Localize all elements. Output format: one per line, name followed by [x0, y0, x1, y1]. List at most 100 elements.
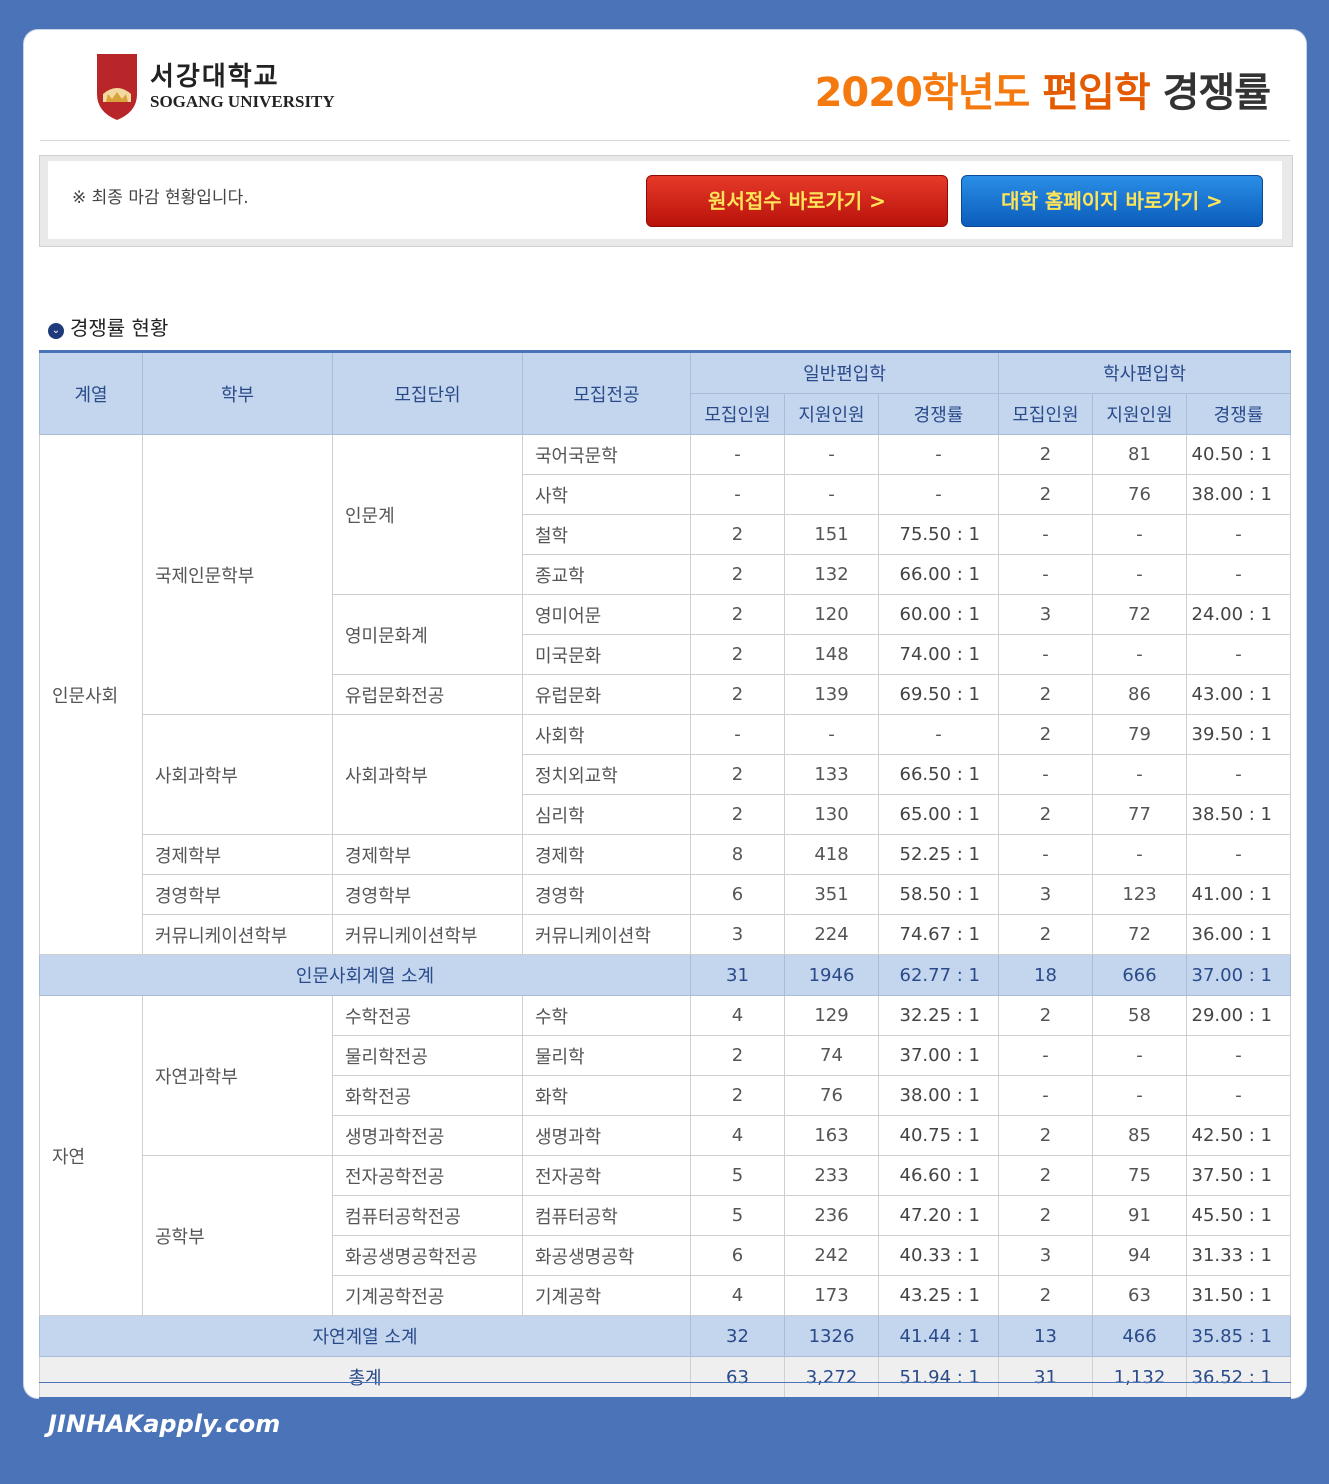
cell-general-quota: 2: [690, 514, 785, 555]
jinhak-brand-logo[interactable]: JINHAKapply.com: [48, 1410, 280, 1438]
cell-bachelor-applicants: -: [1092, 554, 1187, 595]
subtotal-bachelor-applicants: 466: [1092, 1315, 1187, 1357]
cell-field: 자연: [39, 995, 143, 1316]
cell-unit: 생명과학전공: [332, 1115, 523, 1156]
cell-bachelor-rate: 45.50 : 1: [1186, 1195, 1291, 1236]
cell-major: 화학: [522, 1075, 691, 1116]
subtotal-bachelor-quota: 13: [998, 1315, 1093, 1357]
cell-general-applicants: 129: [784, 995, 879, 1036]
total-general-applicants: 3,272: [784, 1356, 879, 1399]
shield-icon: [97, 54, 137, 120]
cell-general-rate: -: [878, 714, 999, 755]
cell-bachelor-quota: 3: [998, 1235, 1093, 1276]
cell-bachelor-quota: -: [998, 754, 1093, 795]
cell-bachelor-quota: -: [998, 554, 1093, 595]
total-general-rate: 51.94 : 1: [878, 1356, 999, 1399]
cell-bachelor-rate: -: [1186, 834, 1291, 875]
cell-general-quota: 2: [690, 554, 785, 595]
cell-major: 물리학: [522, 1035, 691, 1076]
cell-bachelor-rate: -: [1186, 514, 1291, 555]
subtotal-general-rate: 62.77 : 1: [878, 954, 999, 996]
total-row: 총계 63 3,272 51.94 : 1 31 1,132 36.52 : 1: [39, 1356, 1291, 1399]
cell-bachelor-applicants: 77: [1092, 794, 1187, 835]
cell-general-applicants: 224: [784, 914, 879, 955]
page-title: 2020학년도 편입학 경쟁률: [815, 60, 1271, 118]
university-logo[interactable]: 서강대학교 SOGANG UNIVERSITY: [94, 52, 354, 128]
cell-bachelor-applicants: -: [1092, 1035, 1187, 1076]
total-general-quota: 63: [690, 1356, 785, 1399]
cell-general-rate: 69.50 : 1: [878, 674, 999, 715]
cell-bachelor-rate: 36.00 : 1: [1186, 914, 1291, 955]
cell-bachelor-quota: 2: [998, 794, 1093, 835]
cell-bachelor-quota: 2: [998, 674, 1093, 715]
cell-major: 영미어문: [522, 594, 691, 635]
cell-general-quota: 2: [690, 794, 785, 835]
cell-bachelor-rate: 38.50 : 1: [1186, 794, 1291, 835]
cell-general-quota: 2: [690, 674, 785, 715]
cell-major: 수학: [522, 995, 691, 1036]
cell-general-applicants: 236: [784, 1195, 879, 1236]
subtotal-bachelor-quota: 18: [998, 954, 1093, 996]
cell-unit: 인문계: [332, 434, 523, 595]
cell-general-rate: 40.33 : 1: [878, 1235, 999, 1276]
cell-bachelor-rate: -: [1186, 554, 1291, 595]
cell-bachelor-applicants: 91: [1092, 1195, 1187, 1236]
cell-unit: 화학전공: [332, 1075, 523, 1116]
cell-unit: 사회과학부: [332, 714, 523, 835]
cell-general-rate: -: [878, 434, 999, 475]
cell-general-applicants: 74: [784, 1035, 879, 1076]
header-field: 계열: [39, 351, 143, 435]
cell-general-quota: 4: [690, 995, 785, 1036]
cell-major: 생명과학: [522, 1115, 691, 1156]
cell-bachelor-rate: -: [1186, 754, 1291, 795]
cell-major: 미국문화: [522, 634, 691, 675]
cell-general-rate: 47.20 : 1: [878, 1195, 999, 1236]
table-row: 자연 자연과학부 수학전공 수학 4 129 32.25 : 1 2 58 29…: [39, 995, 1291, 1316]
header-bachelor-rate: 경쟁률: [1186, 393, 1291, 435]
cell-general-rate: 74.00 : 1: [878, 634, 999, 675]
cell-general-quota: 5: [690, 1195, 785, 1236]
apply-button[interactable]: 원서접수 바로가기 >: [646, 175, 948, 227]
title-rate: 경쟁률: [1162, 70, 1271, 116]
header-unit: 모집단위: [332, 351, 523, 435]
cell-major: 사학: [522, 474, 691, 515]
header-general-quota: 모집인원: [690, 393, 785, 435]
cell-school: 경제학부: [142, 834, 333, 875]
notice-box: ※ 최종 마감 현황입니다. 원서접수 바로가기 > 대학 홈페이지 바로가기 …: [39, 155, 1293, 247]
cell-unit: 유럽문화전공: [332, 674, 523, 715]
subtotal-general-quota: 31: [690, 954, 785, 996]
cell-general-quota: 2: [690, 754, 785, 795]
cell-major: 심리학: [522, 794, 691, 835]
cell-major: 커뮤니케이션학: [522, 914, 691, 955]
table-row: 경제학부 경제학부 경제학 8 418 52.25 : 1 - - -: [40, 834, 1291, 875]
subtotal-bachelor-rate: 35.85 : 1: [1186, 1315, 1291, 1357]
cell-bachelor-quota: 3: [998, 594, 1093, 635]
cell-general-quota: 6: [690, 874, 785, 915]
cell-bachelor-rate: -: [1186, 1035, 1291, 1076]
cell-bachelor-applicants: -: [1092, 634, 1187, 675]
cell-bachelor-rate: 29.00 : 1: [1186, 995, 1291, 1036]
cell-general-rate: 58.50 : 1: [878, 874, 999, 915]
cell-major: 철학: [522, 514, 691, 555]
chevron-down-icon: ⌄: [48, 323, 64, 339]
cell-general-quota: 8: [690, 834, 785, 875]
cell-bachelor-applicants: 72: [1092, 914, 1187, 955]
cell-general-rate: 40.75 : 1: [878, 1115, 999, 1156]
cell-general-quota: -: [690, 434, 785, 475]
cell-general-quota: -: [690, 474, 785, 515]
university-homepage-button[interactable]: 대학 홈페이지 바로가기 >: [961, 175, 1263, 227]
cell-general-quota: 2: [690, 594, 785, 635]
cell-general-applicants: 76: [784, 1075, 879, 1116]
cell-bachelor-rate: -: [1186, 634, 1291, 675]
cell-unit: 컴퓨터공학전공: [332, 1195, 523, 1236]
table-row: 사회과학부 사회과학부 사회학 - - - 2 79 39.50 : 1: [40, 714, 1291, 835]
cell-bachelor-quota: 2: [998, 914, 1093, 955]
cell-school: 자연과학부: [142, 995, 333, 1156]
cell-bachelor-applicants: 63: [1092, 1275, 1187, 1316]
cell-major: 컴퓨터공학: [522, 1195, 691, 1236]
cell-general-applicants: 242: [784, 1235, 879, 1276]
cell-bachelor-quota: 2: [998, 1275, 1093, 1316]
cell-general-rate: -: [878, 474, 999, 515]
cell-bachelor-rate: 43.00 : 1: [1186, 674, 1291, 715]
cell-general-applicants: 132: [784, 554, 879, 595]
